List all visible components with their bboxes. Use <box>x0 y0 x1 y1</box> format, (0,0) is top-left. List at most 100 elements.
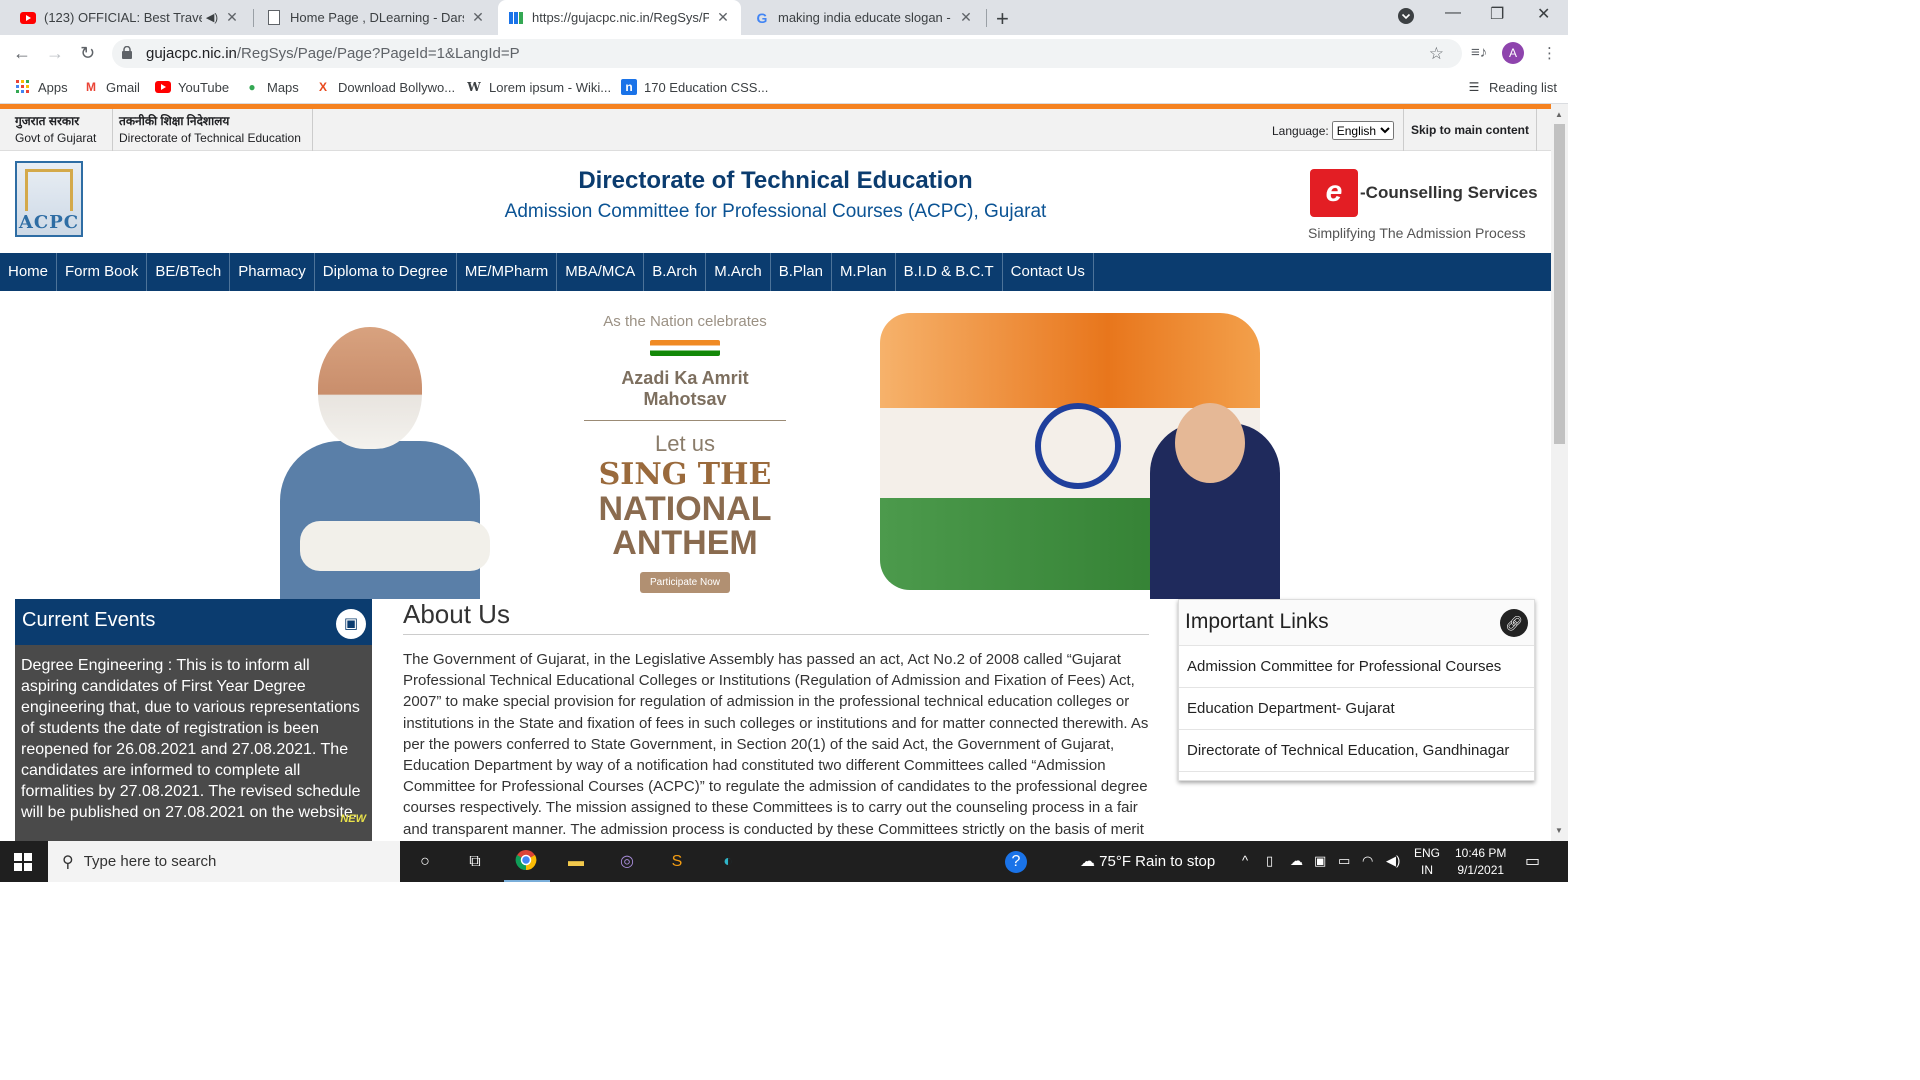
nav-be-btech[interactable]: BE/BTech <box>147 253 231 291</box>
nav-bid-bct[interactable]: B.I.D & B.C.T <box>896 253 1003 291</box>
site-header: ACPC Directorate of Technical Education … <box>0 151 1551 253</box>
task-view-icon[interactable]: ⧉ <box>462 849 488 875</box>
windows-start-icon[interactable] <box>14 853 32 871</box>
nav-pharmacy[interactable]: Pharmacy <box>230 253 315 291</box>
e-counselling-logo[interactable]: e <box>1310 169 1358 217</box>
battery-icon[interactable]: ▭ <box>1338 853 1350 869</box>
bookmark-label: Gmail <box>106 79 140 95</box>
tricolour-flag-image <box>880 313 1280 599</box>
link-dte-gandhinagar[interactable]: Directorate of Technical Education, Gand… <box>1179 730 1534 772</box>
scroll-up-icon[interactable]: ▲ <box>1555 110 1563 119</box>
let-us-text: Let us <box>655 431 715 456</box>
new-tab-icon[interactable]: + <box>996 6 1009 32</box>
file-explorer-icon[interactable]: ▬ <box>563 849 589 875</box>
tab-dlearning[interactable]: Home Page , DLearning - Darsha ✕ <box>256 0 496 35</box>
calendar-icon[interactable]: ▣ <box>336 609 366 639</box>
close-tab-icon[interactable]: ✕ <box>224 9 240 26</box>
bookmark-star-icon[interactable]: ☆ <box>1429 44 1444 64</box>
system-clock[interactable]: 10:46 PM 9/1/2021 <box>1455 845 1506 879</box>
hero-banner[interactable]: As the Nation celebrates Azadi Ka Amrit … <box>0 291 1551 599</box>
show-hidden-icons-icon[interactable]: ^ <box>1242 853 1248 868</box>
device-icon[interactable]: ▯ <box>1266 853 1273 869</box>
gov-english: Govt of Gujarat <box>15 131 97 145</box>
close-window-icon[interactable]: ✕ <box>1537 4 1550 24</box>
nav-b-arch[interactable]: B.Arch <box>644 253 707 291</box>
azadi-ka-amrit-mahotsav-panel: As the Nation celebrates Azadi Ka Amrit … <box>580 313 790 593</box>
security-icon[interactable]: ▣ <box>1314 853 1326 869</box>
dte-link[interactable]: तकनीकी शिक्षा निदेशालय Directorate of Te… <box>119 113 301 147</box>
tab-title: (123) OFFICIAL: Best Travellin <box>44 10 202 25</box>
help-icon[interactable]: ? <box>1005 851 1027 873</box>
tab-divider <box>986 9 987 27</box>
back-icon[interactable]: ← <box>13 43 31 64</box>
government-strip: गुजरात सरकार Govt of Gujarat तकनीकी शिक्… <box>0 109 1551 151</box>
reading-list-button[interactable]: ☰ Reading list <box>1466 79 1557 95</box>
bookmark-gmail[interactable]: M Gmail <box>83 79 140 95</box>
link-acpc[interactable]: Admission Committee for Professional Cou… <box>1179 646 1534 688</box>
menu-icon[interactable]: ⋮ <box>1542 44 1557 62</box>
nav-form-book[interactable]: Form Book <box>57 253 148 291</box>
nic-icon <box>508 10 524 26</box>
scroll-down-icon[interactable]: ▼ <box>1555 826 1563 835</box>
onedrive-icon[interactable]: ☁ <box>1290 853 1303 869</box>
nav-diploma-to-degree[interactable]: Diploma to Degree <box>315 253 457 291</box>
close-tab-icon[interactable]: ✕ <box>958 9 974 26</box>
volume-icon[interactable]: ◀) <box>1386 853 1400 869</box>
minimize-icon[interactable]: — <box>1445 4 1461 22</box>
nav-m-plan[interactable]: M.Plan <box>832 253 896 291</box>
current-events-header: Current Events ▣ <box>15 599 372 645</box>
notifications-icon[interactable]: ▭ <box>1525 851 1540 871</box>
nav-m-arch[interactable]: M.Arch <box>706 253 771 291</box>
language-label: Language: <box>1272 123 1329 138</box>
address-bar[interactable]: gujacpc.nic.in/RegSys/Page/Page?PageId=1… <box>112 39 1462 68</box>
document-icon <box>266 10 282 26</box>
cortana-icon[interactable]: ○ <box>412 849 438 875</box>
edge-icon[interactable]: ◐ <box>715 849 741 875</box>
nav-contact-us[interactable]: Contact Us <box>1003 253 1094 291</box>
bookmark-label: 170 Education CSS... <box>644 79 769 95</box>
avatar[interactable]: A <box>1502 42 1524 64</box>
speaker-icon[interactable]: ◀) <box>206 11 218 24</box>
nav-b-plan[interactable]: B.Plan <box>771 253 832 291</box>
nav-me-mpharm[interactable]: ME/MPharm <box>457 253 558 291</box>
bookmark-apps[interactable]: Apps <box>15 79 68 95</box>
tab-title: https://gujacpc.nic.in/RegSys/Pag <box>532 10 709 25</box>
chrome-icon[interactable] <box>513 849 539 875</box>
close-tab-icon[interactable]: ✕ <box>470 9 486 26</box>
lock-icon[interactable] <box>122 45 136 62</box>
tab-google-search[interactable]: G making india educate slogan - G ✕ <box>744 0 984 35</box>
language-select[interactable]: English <box>1331 121 1394 140</box>
nav-home[interactable]: Home <box>0 253 58 291</box>
bookmark-bollywood[interactable]: X Download Bollywo... <box>315 79 455 95</box>
new-badge: NEW <box>340 813 366 825</box>
bookmark-youtube[interactable]: YouTube <box>155 79 229 95</box>
forward-icon[interactable]: → <box>46 43 64 64</box>
input-language[interactable]: ENG IN <box>1414 845 1440 879</box>
participate-now-button[interactable]: Participate Now <box>639 572 731 593</box>
nav-mba-mca[interactable]: MBA/MCA <box>557 253 645 291</box>
bookmark-maps[interactable]: ● Maps <box>244 79 298 95</box>
media-control-icon[interactable]: ≡♪ <box>1471 44 1487 61</box>
tab-youtube[interactable]: (123) OFFICIAL: Best Travellin ◀) ✕ <box>10 0 250 35</box>
app-icon[interactable]: ◎ <box>614 849 640 875</box>
govt-of-gujarat[interactable]: गुजरात सरकार Govt of Gujarat <box>15 113 96 147</box>
dte-hindi: तकनीकी शिक्षा निदेशालय <box>119 114 230 128</box>
event-text[interactable]: Degree Engineering : This is to inform a… <box>15 645 372 833</box>
page-scrollbar[interactable]: ▲ ▼ <box>1551 104 1568 841</box>
search-placeholder: Type here to search <box>83 853 217 870</box>
reload-icon[interactable]: ↻ <box>80 43 95 64</box>
tab-search-icon[interactable] <box>1398 8 1414 29</box>
link-education-department[interactable]: Education Department- Gujarat <box>1179 688 1534 730</box>
bookmark-education-css[interactable]: n 170 Education CSS... <box>621 79 768 95</box>
restore-icon[interactable]: ❐ <box>1490 4 1504 24</box>
bookmark-wikipedia[interactable]: W Lorem ipsum - Wiki... <box>466 79 611 95</box>
taskbar-search[interactable]: ⚲ Type here to search <box>48 841 400 882</box>
scroll-thumb[interactable] <box>1554 124 1565 444</box>
divider <box>312 109 313 151</box>
wifi-icon[interactable]: ◠ <box>1362 853 1373 869</box>
close-tab-icon[interactable]: ✕ <box>715 9 731 26</box>
tab-gujacpc[interactable]: https://gujacpc.nic.in/RegSys/Pag ✕ <box>498 0 741 35</box>
skip-to-main-link[interactable]: Skip to main content <box>1403 109 1537 151</box>
sublime-text-icon[interactable]: S <box>664 849 690 875</box>
weather-widget[interactable]: ☁ 75°F Rain to stop <box>1080 852 1215 870</box>
